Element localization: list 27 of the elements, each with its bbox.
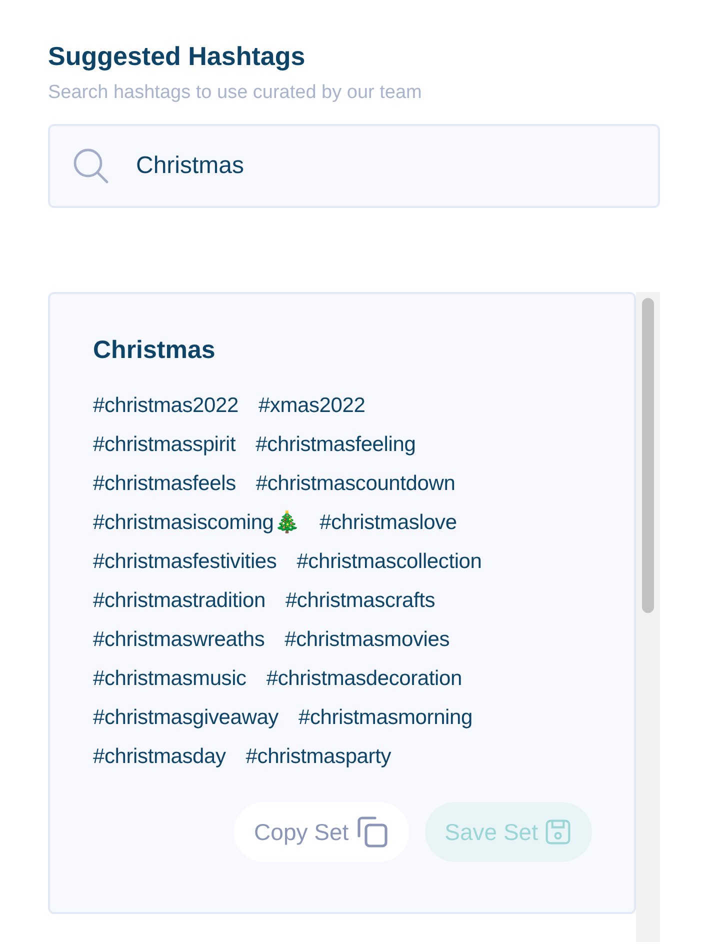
hashtag: #christmasmovies — [284, 628, 450, 652]
hashtag: #christmasspirit — [93, 432, 236, 456]
hashtag: #christmasgiveaway — [93, 706, 278, 730]
hashtag: #christmas2022 — [93, 394, 238, 418]
hashtag: #christmascountdown — [256, 472, 456, 496]
scrollbar[interactable] — [636, 292, 660, 942]
hashtag: #christmascollection — [296, 550, 482, 574]
search-field[interactable]: Christmas — [48, 124, 660, 208]
hashtag: #christmasfestivities — [93, 550, 277, 574]
hashtag: #christmasday — [93, 744, 226, 768]
hashtag: #xmas2022 — [258, 394, 366, 418]
hashtag: #christmasfeeling — [256, 432, 416, 456]
hashtag: #christmasmorning — [298, 706, 472, 730]
copy-icon — [354, 815, 389, 849]
hashtag: #christmasparty — [246, 744, 392, 768]
hashtag: #christmasdecoration — [266, 666, 462, 690]
card-title: Christmas — [93, 335, 216, 366]
section-title: Suggested Hashtags — [48, 40, 306, 73]
hashtag: #christmascrafts — [285, 588, 436, 612]
hashtag: #christmaswreaths — [93, 628, 265, 652]
hashtag: #christmasfeels — [93, 472, 236, 496]
hashtag: #christmaslove — [320, 510, 457, 534]
section-subtitle: Search hashtags to use curated by our team — [48, 81, 423, 105]
hashtag: #christmasiscoming🎄 — [93, 510, 300, 535]
hashtag: #christmastradition — [93, 588, 266, 612]
copy-set-button[interactable]: Copy Set — [234, 802, 409, 862]
hashtag: #christmasmusic — [93, 666, 246, 690]
